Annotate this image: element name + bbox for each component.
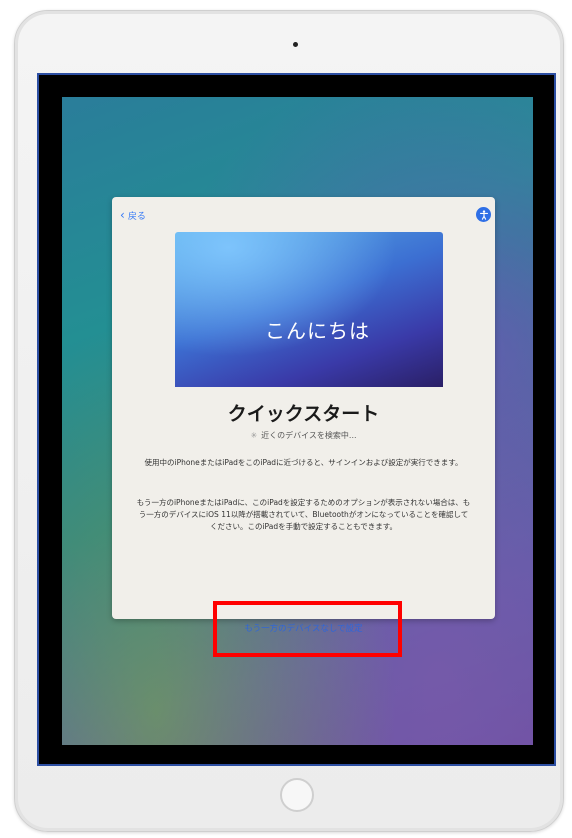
accessibility-icon: [479, 209, 488, 220]
hero-image: こんにちは: [175, 232, 443, 387]
searching-status: ✳ 近くのデバイスを検索中...: [112, 430, 495, 441]
searching-text: 近くのデバイスを検索中...: [261, 431, 357, 440]
help-paragraph: もう一方のiPhoneまたはiPadに、このiPadを設定するためのオプションが…: [136, 498, 471, 531]
accessibility-button[interactable]: [476, 207, 491, 222]
hero-greeting: こんにちは: [265, 319, 370, 343]
chevron-left-icon: ‹: [120, 208, 125, 222]
spinner-icon: ✳: [250, 431, 258, 440]
home-button[interactable]: [280, 778, 314, 812]
page-title: クイックスタート: [227, 403, 380, 425]
quick-start-card: ‹ 戻る こんにちは クイックスタート ✳ 近くのデバイスを検索中... 使用中の…: [112, 197, 495, 619]
description-paragraph: 使用中のiPhoneまたはiPadをこのiPadに近づけると、サインインおよび設…: [144, 458, 463, 467]
red-highlight-box: [213, 601, 402, 657]
back-button[interactable]: ‹ 戻る: [120, 209, 146, 222]
camera-icon: [293, 42, 298, 47]
back-label: 戻る: [127, 212, 146, 222]
